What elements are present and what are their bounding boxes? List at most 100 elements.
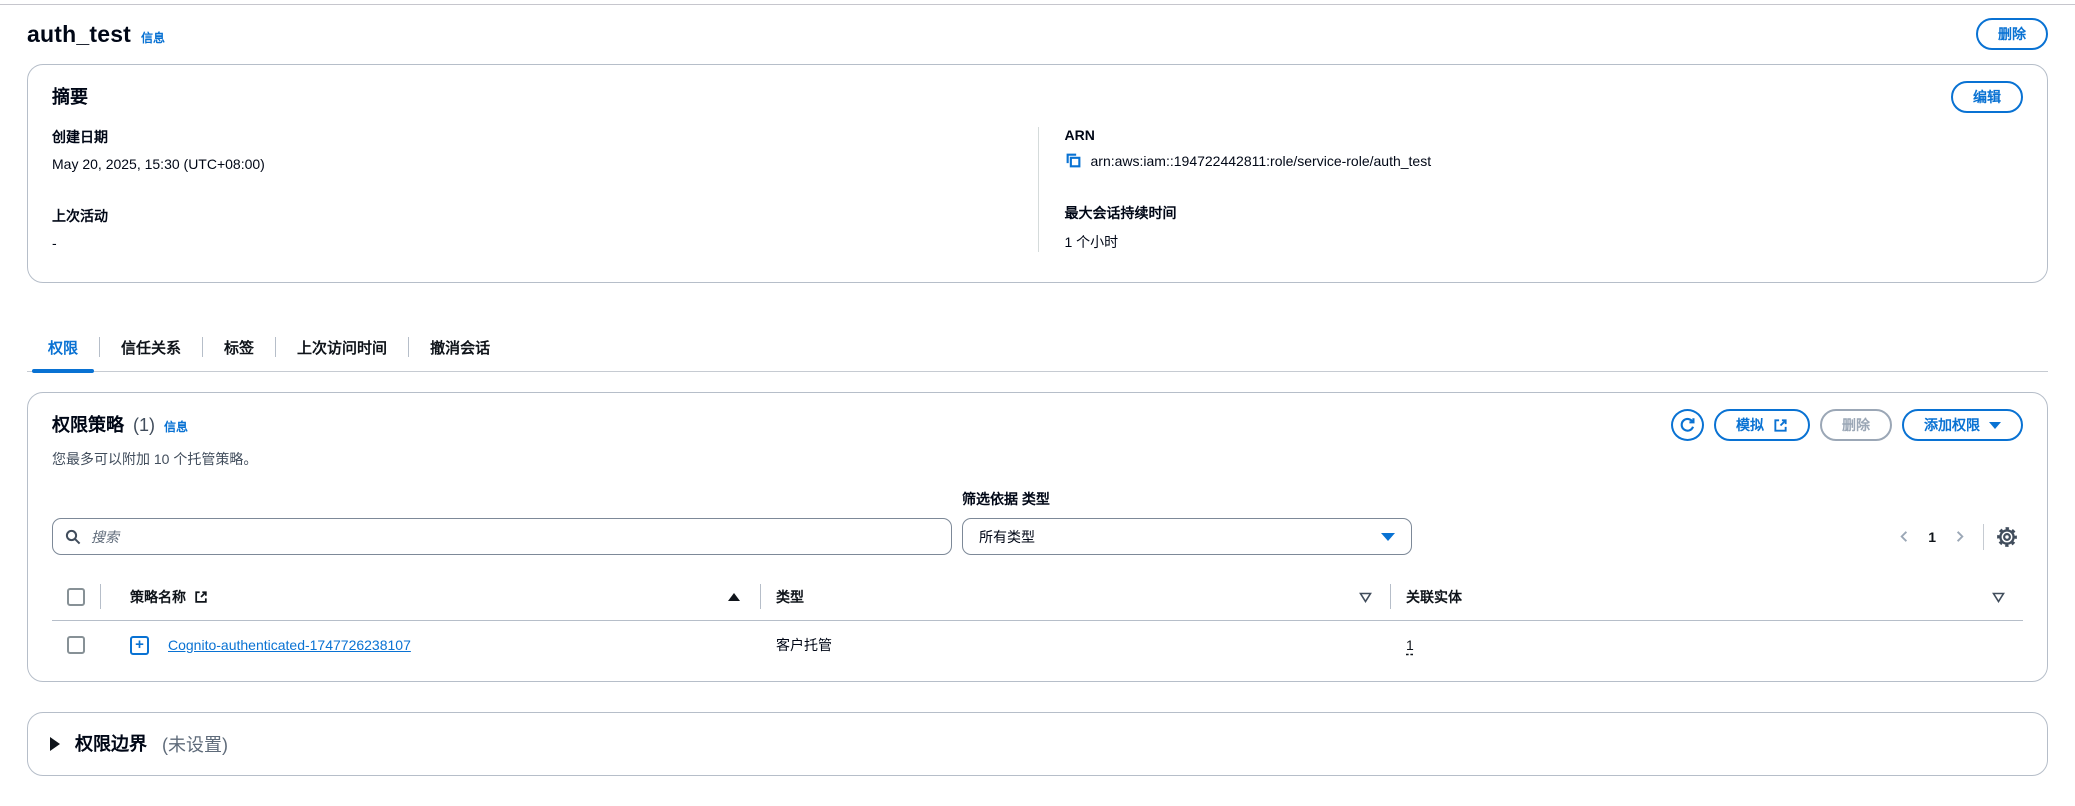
tab-revoke-sessions-label: 撤消会话 [430, 337, 490, 358]
policy-type-value: 客户托管 [776, 635, 832, 655]
summary-heading: 摘要 [52, 81, 88, 113]
previous-page-button[interactable] [1890, 525, 1919, 548]
policies-heading-group: 权限策略 (1) 信息 [52, 409, 188, 441]
tab-trust-relationships-label: 信任关系 [121, 337, 181, 358]
table-row: Cognito-authenticated-1747726238107 客户托管… [52, 621, 2023, 671]
tab-tags[interactable]: 标签 [203, 323, 275, 371]
sort-filter-icon[interactable] [1992, 592, 2005, 603]
policies-actions: 模拟 删除 添加权限 [1671, 409, 2023, 441]
boundary-status: (未设置) [162, 731, 228, 757]
last-activity-value: - [52, 235, 1014, 251]
tab-permissions[interactable]: 权限 [27, 323, 99, 371]
policies-table: 策略名称 类型 [52, 577, 2023, 671]
type-filter-select[interactable]: 所有类型 [962, 518, 1412, 555]
copy-arn-button[interactable] [1065, 152, 1082, 169]
tab-tags-label: 标签 [224, 337, 254, 358]
arn-field: ARN arn:aws:iam::194722442811:role/servi… [1065, 127, 2024, 169]
row-checkbox-cell [52, 636, 100, 654]
current-page-number[interactable]: 1 [1919, 529, 1945, 545]
add-permissions-button[interactable]: 添加权限 [1902, 409, 2023, 441]
pagination-divider [1983, 524, 1984, 550]
type-filter-selected-value: 所有类型 [979, 527, 1035, 547]
type-header-label: 类型 [776, 587, 804, 607]
policy-name-header[interactable]: 策略名称 [100, 577, 760, 620]
max-session-field: 最大会话持续时间 1 个小时 [1065, 203, 2024, 252]
search-icon [65, 529, 81, 545]
delete-role-button[interactable]: 删除 [1976, 18, 2048, 50]
tab-trust-relationships[interactable]: 信任关系 [100, 323, 202, 371]
policies-description: 您最多可以附加 10 个托管策略。 [52, 449, 2023, 469]
policies-count: (1) [133, 415, 155, 436]
summary-card: 摘要 编辑 创建日期 May 20, 2025, 15:30 (UTC+08:0… [27, 64, 2048, 283]
policy-name-header-label: 策略名称 [130, 587, 186, 607]
type-header[interactable]: 类型 [760, 577, 1390, 620]
created-date-field: 创建日期 May 20, 2025, 15:30 (UTC+08:00) [52, 127, 1014, 172]
attached-entities-link[interactable]: 1 [1406, 637, 1414, 653]
select-caret-icon [1381, 533, 1395, 541]
summary-right-column: ARN arn:aws:iam::194722442811:role/servi… [1038, 127, 2024, 252]
chevron-left-icon [1897, 529, 1912, 544]
attached-entities-header[interactable]: 关联实体 [1390, 577, 2023, 620]
policies-filter-row: 筛选依据 类型 所有类型 1 [52, 489, 2023, 555]
page-title: auth_test [27, 21, 131, 48]
policy-type-cell: 客户托管 [760, 635, 1390, 655]
arn-row: arn:aws:iam::194722442811:role/service-r… [1065, 152, 2024, 169]
permissions-boundary-card[interactable]: 权限边界 (未设置) [27, 712, 2048, 776]
created-date-value: May 20, 2025, 15:30 (UTC+08:00) [52, 156, 1014, 172]
policy-name-cell: Cognito-authenticated-1747726238107 [100, 636, 760, 655]
role-tabs: 权限 信任关系 标签 上次访问时间 撤消会话 [27, 323, 2048, 372]
type-filter-label: 筛选依据 类型 [962, 489, 1412, 509]
arn-label: ARN [1065, 127, 2024, 143]
permissions-policies-card: 权限策略 (1) 信息 模拟 [27, 392, 2048, 682]
policies-info-link[interactable]: 信息 [164, 418, 188, 435]
sort-ascending-icon[interactable] [728, 593, 740, 601]
policies-heading: 权限策略 [52, 409, 124, 441]
refresh-icon [1679, 417, 1696, 434]
search-box [52, 518, 952, 555]
tab-permissions-label: 权限 [48, 337, 78, 358]
attached-entities-header-label: 关联实体 [1406, 587, 1462, 607]
last-activity-label: 上次活动 [52, 206, 1014, 226]
attached-entities-cell: 1 [1390, 637, 2023, 653]
policies-table-header: 策略名称 类型 [52, 577, 2023, 621]
edit-button[interactable]: 编辑 [1951, 81, 2023, 113]
page-info-link[interactable]: 信息 [141, 29, 165, 46]
top-divider [0, 4, 2075, 5]
delete-policy-button[interactable]: 删除 [1820, 409, 1892, 441]
type-filter-group: 筛选依据 类型 所有类型 [962, 489, 1412, 555]
chevron-right-icon [1952, 529, 1967, 544]
max-session-value: 1 个小时 [1065, 232, 2024, 252]
last-activity-field: 上次活动 - [52, 206, 1014, 251]
summary-card-head: 摘要 编辑 [52, 81, 2023, 113]
sort-filter-icon[interactable] [1359, 592, 1372, 603]
tab-revoke-sessions[interactable]: 撤消会话 [409, 323, 511, 371]
table-preferences-button[interactable] [1993, 523, 2021, 551]
gear-icon [1996, 526, 2018, 548]
next-page-button[interactable] [1945, 525, 1974, 548]
search-input[interactable] [52, 518, 952, 555]
title-wrap: auth_test 信息 [27, 21, 165, 48]
pagination: 1 [1890, 518, 2021, 555]
role-detail-page: auth_test 信息 删除 摘要 编辑 创建日期 May 20, 2025,… [0, 18, 2075, 776]
select-all-cell [52, 578, 100, 619]
policy-name-link[interactable]: Cognito-authenticated-1747726238107 [168, 637, 411, 653]
row-checkbox[interactable] [67, 636, 85, 654]
simulate-button[interactable]: 模拟 [1714, 409, 1810, 441]
select-all-checkbox[interactable] [67, 588, 85, 606]
refresh-button[interactable] [1671, 409, 1704, 441]
simulate-button-label: 模拟 [1736, 415, 1764, 435]
arn-value: arn:aws:iam::194722442811:role/service-r… [1091, 153, 1432, 169]
boundary-heading: 权限边界 [75, 728, 147, 760]
max-session-label: 最大会话持续时间 [1065, 203, 2024, 223]
add-permissions-label: 添加权限 [1924, 415, 1980, 435]
external-link-icon [194, 590, 208, 604]
expand-policy-icon[interactable] [130, 636, 149, 655]
summary-left-column: 创建日期 May 20, 2025, 15:30 (UTC+08:00) 上次活… [52, 127, 1038, 252]
tab-last-accessed[interactable]: 上次访问时间 [276, 323, 408, 371]
chevron-down-icon [1989, 422, 2001, 429]
summary-grid: 创建日期 May 20, 2025, 15:30 (UTC+08:00) 上次活… [52, 127, 2023, 252]
policies-card-head: 权限策略 (1) 信息 模拟 [52, 409, 2023, 441]
created-date-label: 创建日期 [52, 127, 1014, 147]
tab-last-accessed-label: 上次访问时间 [297, 337, 387, 358]
expand-right-icon [50, 737, 60, 751]
